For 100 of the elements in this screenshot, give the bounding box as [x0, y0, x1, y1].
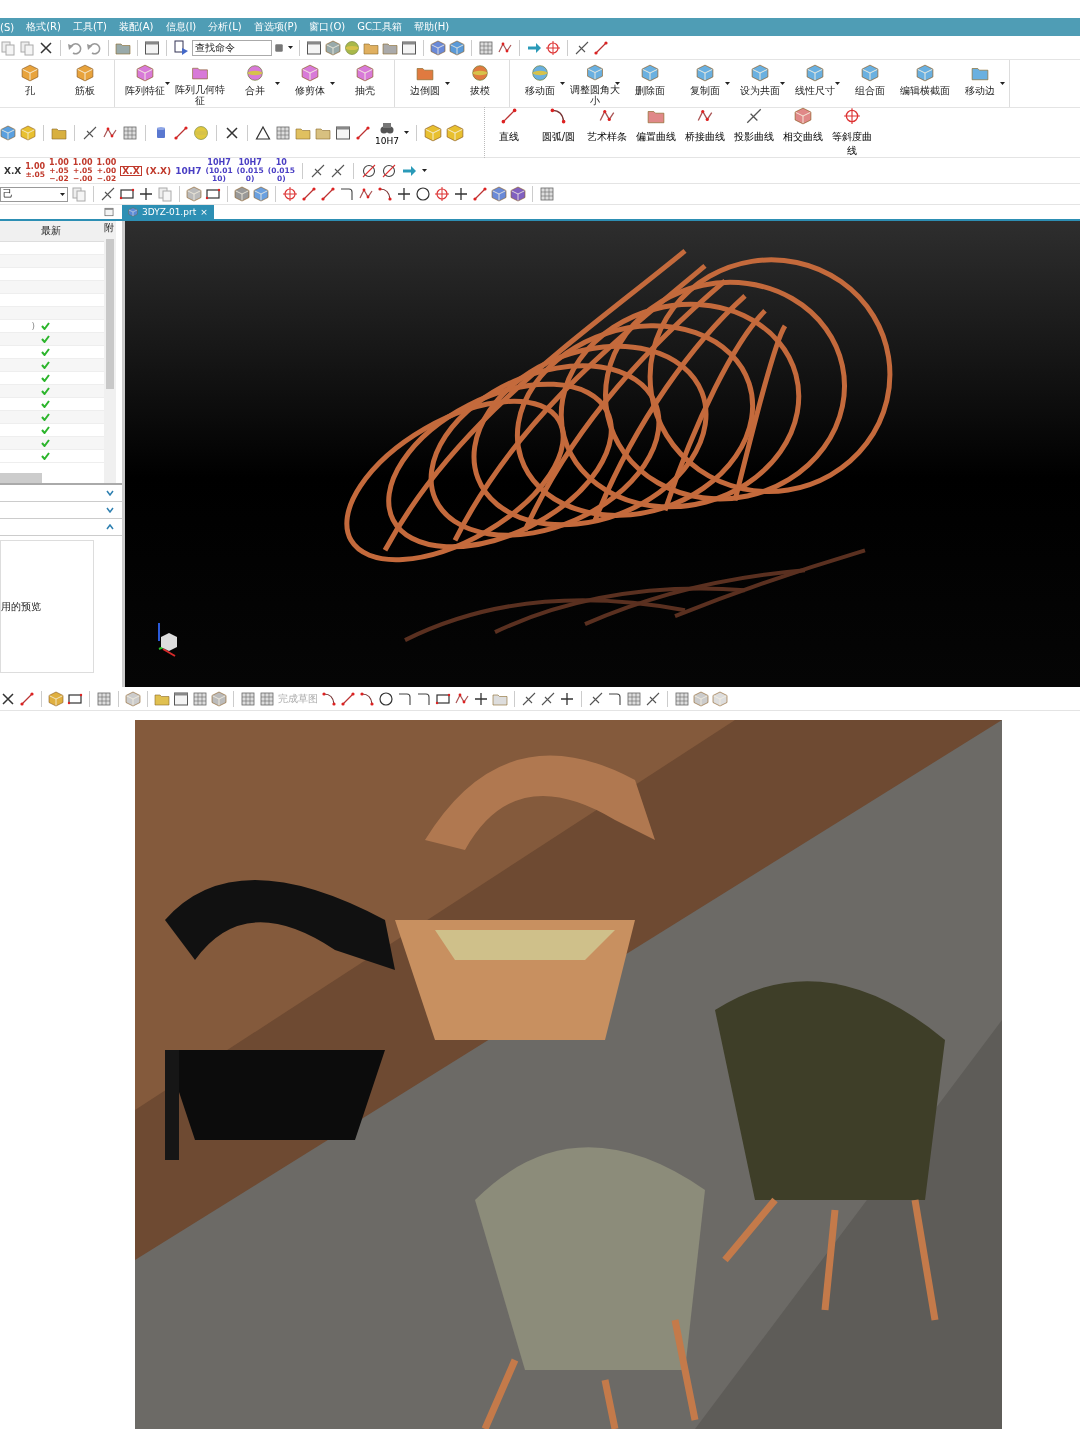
- ribbon-button[interactable]: 阵列几何特征: [172, 60, 227, 107]
- cube-icon[interactable]: [445, 123, 464, 142]
- slash-circle-icon[interactable]: [380, 162, 397, 179]
- slash-circle-icon[interactable]: [360, 162, 377, 179]
- caret-icon[interactable]: [725, 82, 730, 85]
- tolerance-button[interactable]: 10H7: [375, 119, 399, 146]
- caret-icon[interactable]: [60, 192, 65, 196]
- curve-button[interactable]: 桥接曲线: [680, 107, 730, 158]
- file-tab[interactable]: 3DYZ-01.prt ×: [122, 205, 214, 219]
- diagonal-icon[interactable]: [588, 690, 604, 707]
- curve-button[interactable]: 偏置曲线: [631, 107, 681, 158]
- copy-icon[interactable]: [0, 39, 16, 56]
- plus-icon[interactable]: [396, 186, 412, 202]
- crosshair-icon[interactable]: [545, 39, 561, 56]
- rect-icon[interactable]: [205, 186, 221, 202]
- grid-icon[interactable]: [259, 690, 275, 707]
- ribbon-button[interactable]: 修剪体: [282, 60, 337, 107]
- circle-icon[interactable]: [378, 690, 394, 707]
- ribbon-button[interactable]: 孔: [2, 60, 57, 107]
- diagonal-icon[interactable]: [521, 690, 537, 707]
- corner-icon[interactable]: [339, 186, 355, 202]
- line-icon[interactable]: [320, 186, 336, 202]
- cube-icon[interactable]: [211, 690, 227, 707]
- caret-icon[interactable]: [330, 82, 335, 85]
- dimension-style-button[interactable]: 10H7: [175, 166, 202, 175]
- window-icon[interactable]: [335, 124, 351, 141]
- circle-icon[interactable]: [415, 186, 431, 202]
- caret-icon[interactable]: [421, 169, 427, 172]
- cube-icon[interactable]: [423, 123, 442, 142]
- ribbon-button[interactable]: 组合面: [842, 60, 897, 107]
- cross-icon[interactable]: [224, 124, 240, 141]
- ribbon-button[interactable]: 阵列特征: [117, 60, 172, 107]
- diagonal-icon[interactable]: [645, 690, 661, 707]
- column-header[interactable]: 附: [104, 221, 116, 235]
- ribbon-button[interactable]: 编辑横截面: [897, 60, 952, 107]
- cube-icon[interactable]: [805, 64, 824, 82]
- curve-button[interactable]: 艺术样条: [582, 107, 632, 158]
- ribbon-button[interactable]: 拔模: [452, 60, 507, 107]
- close-icon[interactable]: ×: [200, 207, 208, 217]
- dimension-style-button[interactable]: X.X: [4, 166, 22, 175]
- plus-icon[interactable]: [473, 690, 489, 707]
- line-icon[interactable]: [472, 186, 488, 202]
- cube-icon[interactable]: [640, 64, 659, 82]
- triangle-icon[interactable]: [255, 124, 271, 141]
- cube-icon[interactable]: [510, 186, 526, 202]
- cube-icon[interactable]: [48, 690, 64, 707]
- plus-icon[interactable]: [138, 186, 154, 202]
- ribbon-button[interactable]: 移动面: [512, 60, 567, 107]
- cube-icon[interactable]: [860, 64, 879, 82]
- window-icon[interactable]: [104, 207, 114, 217]
- dimension-style-button[interactable]: (X.X): [145, 166, 172, 175]
- cube-icon[interactable]: [234, 186, 250, 202]
- cube-icon[interactable]: [712, 690, 728, 707]
- window-icon[interactable]: [173, 690, 189, 707]
- ribbon-button[interactable]: 调整圆角大小: [567, 60, 622, 107]
- grid-icon[interactable]: [240, 690, 256, 707]
- cube-icon[interactable]: [186, 186, 202, 202]
- arc-icon[interactable]: [549, 107, 568, 125]
- caret-icon[interactable]: [560, 82, 565, 85]
- grid-icon[interactable]: [674, 690, 690, 707]
- caret-icon[interactable]: [288, 46, 293, 49]
- window-icon[interactable]: [401, 39, 417, 56]
- cube-icon[interactable]: [253, 186, 269, 202]
- line-icon[interactable]: [500, 107, 519, 125]
- caret-icon[interactable]: [780, 82, 785, 85]
- grid-icon[interactable]: [539, 186, 555, 202]
- cross-icon[interactable]: [0, 690, 16, 707]
- chevron-icon[interactable]: [106, 524, 114, 530]
- cube-icon[interactable]: [695, 64, 714, 82]
- sphere-icon[interactable]: [344, 39, 360, 56]
- caret-icon[interactable]: [275, 82, 280, 85]
- arc-icon[interactable]: [359, 690, 375, 707]
- cross-icon[interactable]: [38, 39, 54, 56]
- cube-icon[interactable]: [449, 39, 465, 56]
- cube-icon[interactable]: [750, 64, 769, 82]
- diagonal-icon[interactable]: [100, 186, 116, 202]
- caret-icon[interactable]: [835, 82, 840, 85]
- caret-icon[interactable]: [165, 82, 170, 85]
- diagonal-icon[interactable]: [745, 107, 764, 125]
- crosshair-icon[interactable]: [843, 107, 862, 125]
- scrollbar[interactable]: [0, 473, 42, 483]
- filter-dropdown[interactable]: 己: [0, 186, 68, 202]
- diagonal-icon[interactable]: [329, 162, 346, 179]
- dimension-style-button[interactable]: X.X: [120, 165, 142, 176]
- ribbon-button[interactable]: 线性尺寸: [787, 60, 842, 107]
- line-icon[interactable]: [301, 186, 317, 202]
- diagonal-icon[interactable]: [309, 162, 326, 179]
- sphere-icon[interactable]: [470, 64, 489, 82]
- crosshair-icon[interactable]: [282, 186, 298, 202]
- copy-icon[interactable]: [71, 186, 87, 202]
- ribbon-button[interactable]: 抽壳: [337, 60, 392, 107]
- ribbon-button[interactable]: 边倒圆: [397, 60, 452, 107]
- cube-icon[interactable]: [0, 124, 16, 141]
- sphere-icon[interactable]: [530, 64, 549, 82]
- ribbon-button[interactable]: 移动边: [952, 60, 1007, 107]
- cube-icon[interactable]: [491, 186, 507, 202]
- plus-icon[interactable]: [453, 186, 469, 202]
- search-field[interactable]: 查找命令: [192, 39, 272, 56]
- grid-icon[interactable]: [122, 124, 138, 141]
- window-icon[interactable]: [306, 39, 322, 56]
